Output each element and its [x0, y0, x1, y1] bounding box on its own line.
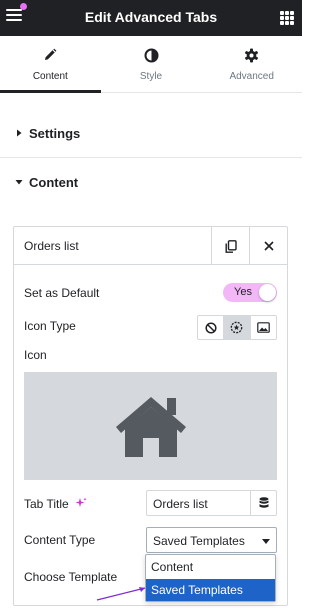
close-icon: [263, 241, 274, 251]
section-content-label: Content: [29, 175, 79, 190]
icon-type-choices: [197, 315, 277, 340]
section-settings[interactable]: Settings: [0, 109, 302, 158]
home-icon: [115, 397, 186, 457]
content-type-dropdown: Content Saved Templates: [145, 554, 276, 602]
repeater-item-header[interactable]: Orders list: [14, 227, 287, 265]
set-default-label: Set as Default: [24, 286, 100, 300]
tab-title-input[interactable]: Orders list: [146, 490, 250, 516]
ban-icon: [205, 321, 217, 334]
set-default-toggle[interactable]: Yes: [223, 283, 277, 302]
caret-right-icon: [17, 129, 22, 137]
star-badge-icon: [231, 321, 243, 334]
panel-tabs: Content Style Advanced: [0, 36, 302, 93]
icon-picker-preview[interactable]: [24, 372, 277, 480]
icon-type-image[interactable]: [251, 316, 276, 339]
tab-content[interactable]: Content: [0, 36, 101, 93]
ai-sparkle-icon[interactable]: [75, 497, 87, 509]
tab-advanced-label: Advanced: [229, 71, 274, 82]
content-type-value: Saved Templates: [153, 534, 245, 548]
dynamic-tags-button[interactable]: [250, 490, 277, 516]
pencil-icon: [45, 48, 57, 60]
content-type-label: Content Type: [24, 533, 96, 547]
editor-header: Edit Advanced Tabs: [0, 0, 302, 36]
dropdown-option-saved-templates[interactable]: Saved Templates: [146, 579, 275, 601]
copy-icon: [225, 239, 237, 253]
icon-type-none[interactable]: [198, 316, 225, 339]
icon-type-label: Icon Type: [24, 319, 76, 333]
tab-style-label: Style: [139, 71, 163, 82]
tab-title-label-text: Tab Title: [24, 497, 69, 511]
toggle-text: Yes: [234, 286, 252, 298]
panel-title: Edit Advanced Tabs: [84, 9, 218, 25]
icon-label: Icon: [24, 348, 47, 362]
section-content[interactable]: Content: [0, 158, 302, 207]
tab-title-label: Tab Title: [24, 497, 87, 511]
widgets-grid-icon[interactable]: [280, 11, 294, 25]
chevron-down-icon: [262, 539, 270, 544]
image-icon: [257, 322, 270, 333]
caret-down-icon: [15, 180, 23, 185]
gear-icon: [245, 48, 259, 63]
duplicate-button[interactable]: [211, 227, 249, 265]
section-settings-label: Settings: [29, 126, 81, 141]
content-type-select[interactable]: Saved Templates: [146, 527, 277, 553]
tab-style[interactable]: Style: [101, 36, 202, 92]
icon-type-icon[interactable]: [224, 316, 251, 339]
remove-button[interactable]: [249, 227, 287, 265]
pointer-arrow-icon: [96, 587, 146, 601]
repeater-item: Orders list Set as Default Yes Icon Type…: [13, 226, 288, 606]
tab-content-label: Content: [32, 71, 68, 82]
half-circle-icon: [144, 48, 158, 63]
toggle-knob: [259, 284, 276, 301]
tab-advanced[interactable]: Advanced: [201, 36, 302, 92]
repeater-item-title: Orders list: [24, 239, 79, 253]
dropdown-option-content[interactable]: Content: [146, 556, 275, 578]
database-icon: [259, 497, 268, 508]
